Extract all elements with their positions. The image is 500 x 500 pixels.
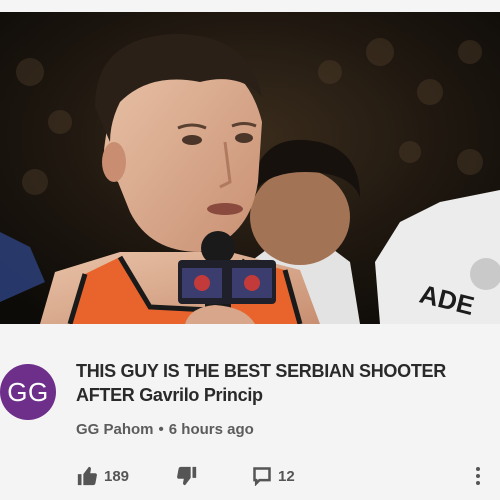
like-button[interactable]: 189: [76, 462, 129, 490]
author-name[interactable]: GG Pahom: [76, 421, 154, 438]
reply-button[interactable]: 12: [246, 462, 295, 490]
more-vertical-icon[interactable]: [470, 464, 486, 488]
avatar[interactable]: GG: [0, 364, 56, 420]
timestamp: 6 hours ago: [168, 421, 254, 438]
top-strip: [0, 0, 500, 12]
comment-text: THIS GUY IS THE BEST SERBIAN SHOOTER AFT…: [76, 361, 446, 405]
video-thumbnail[interactable]: ADE: [0, 12, 500, 324]
like-count: 189: [104, 467, 130, 485]
comment-card: GG THIS GUY IS THE BEST SERBIAN SHOOTER …: [0, 324, 500, 500]
meta-separator: •: [158, 421, 164, 438]
comment-meta: GG Pahom • 6 hours ago: [76, 421, 254, 438]
reply-icon: [252, 466, 272, 486]
thumbs-down-icon: [176, 465, 198, 487]
thumbs-up-icon: [76, 465, 98, 487]
comment-actions: 189 12: [76, 462, 500, 490]
reply-count: 12: [278, 467, 295, 485]
dislike-button[interactable]: [176, 462, 198, 490]
